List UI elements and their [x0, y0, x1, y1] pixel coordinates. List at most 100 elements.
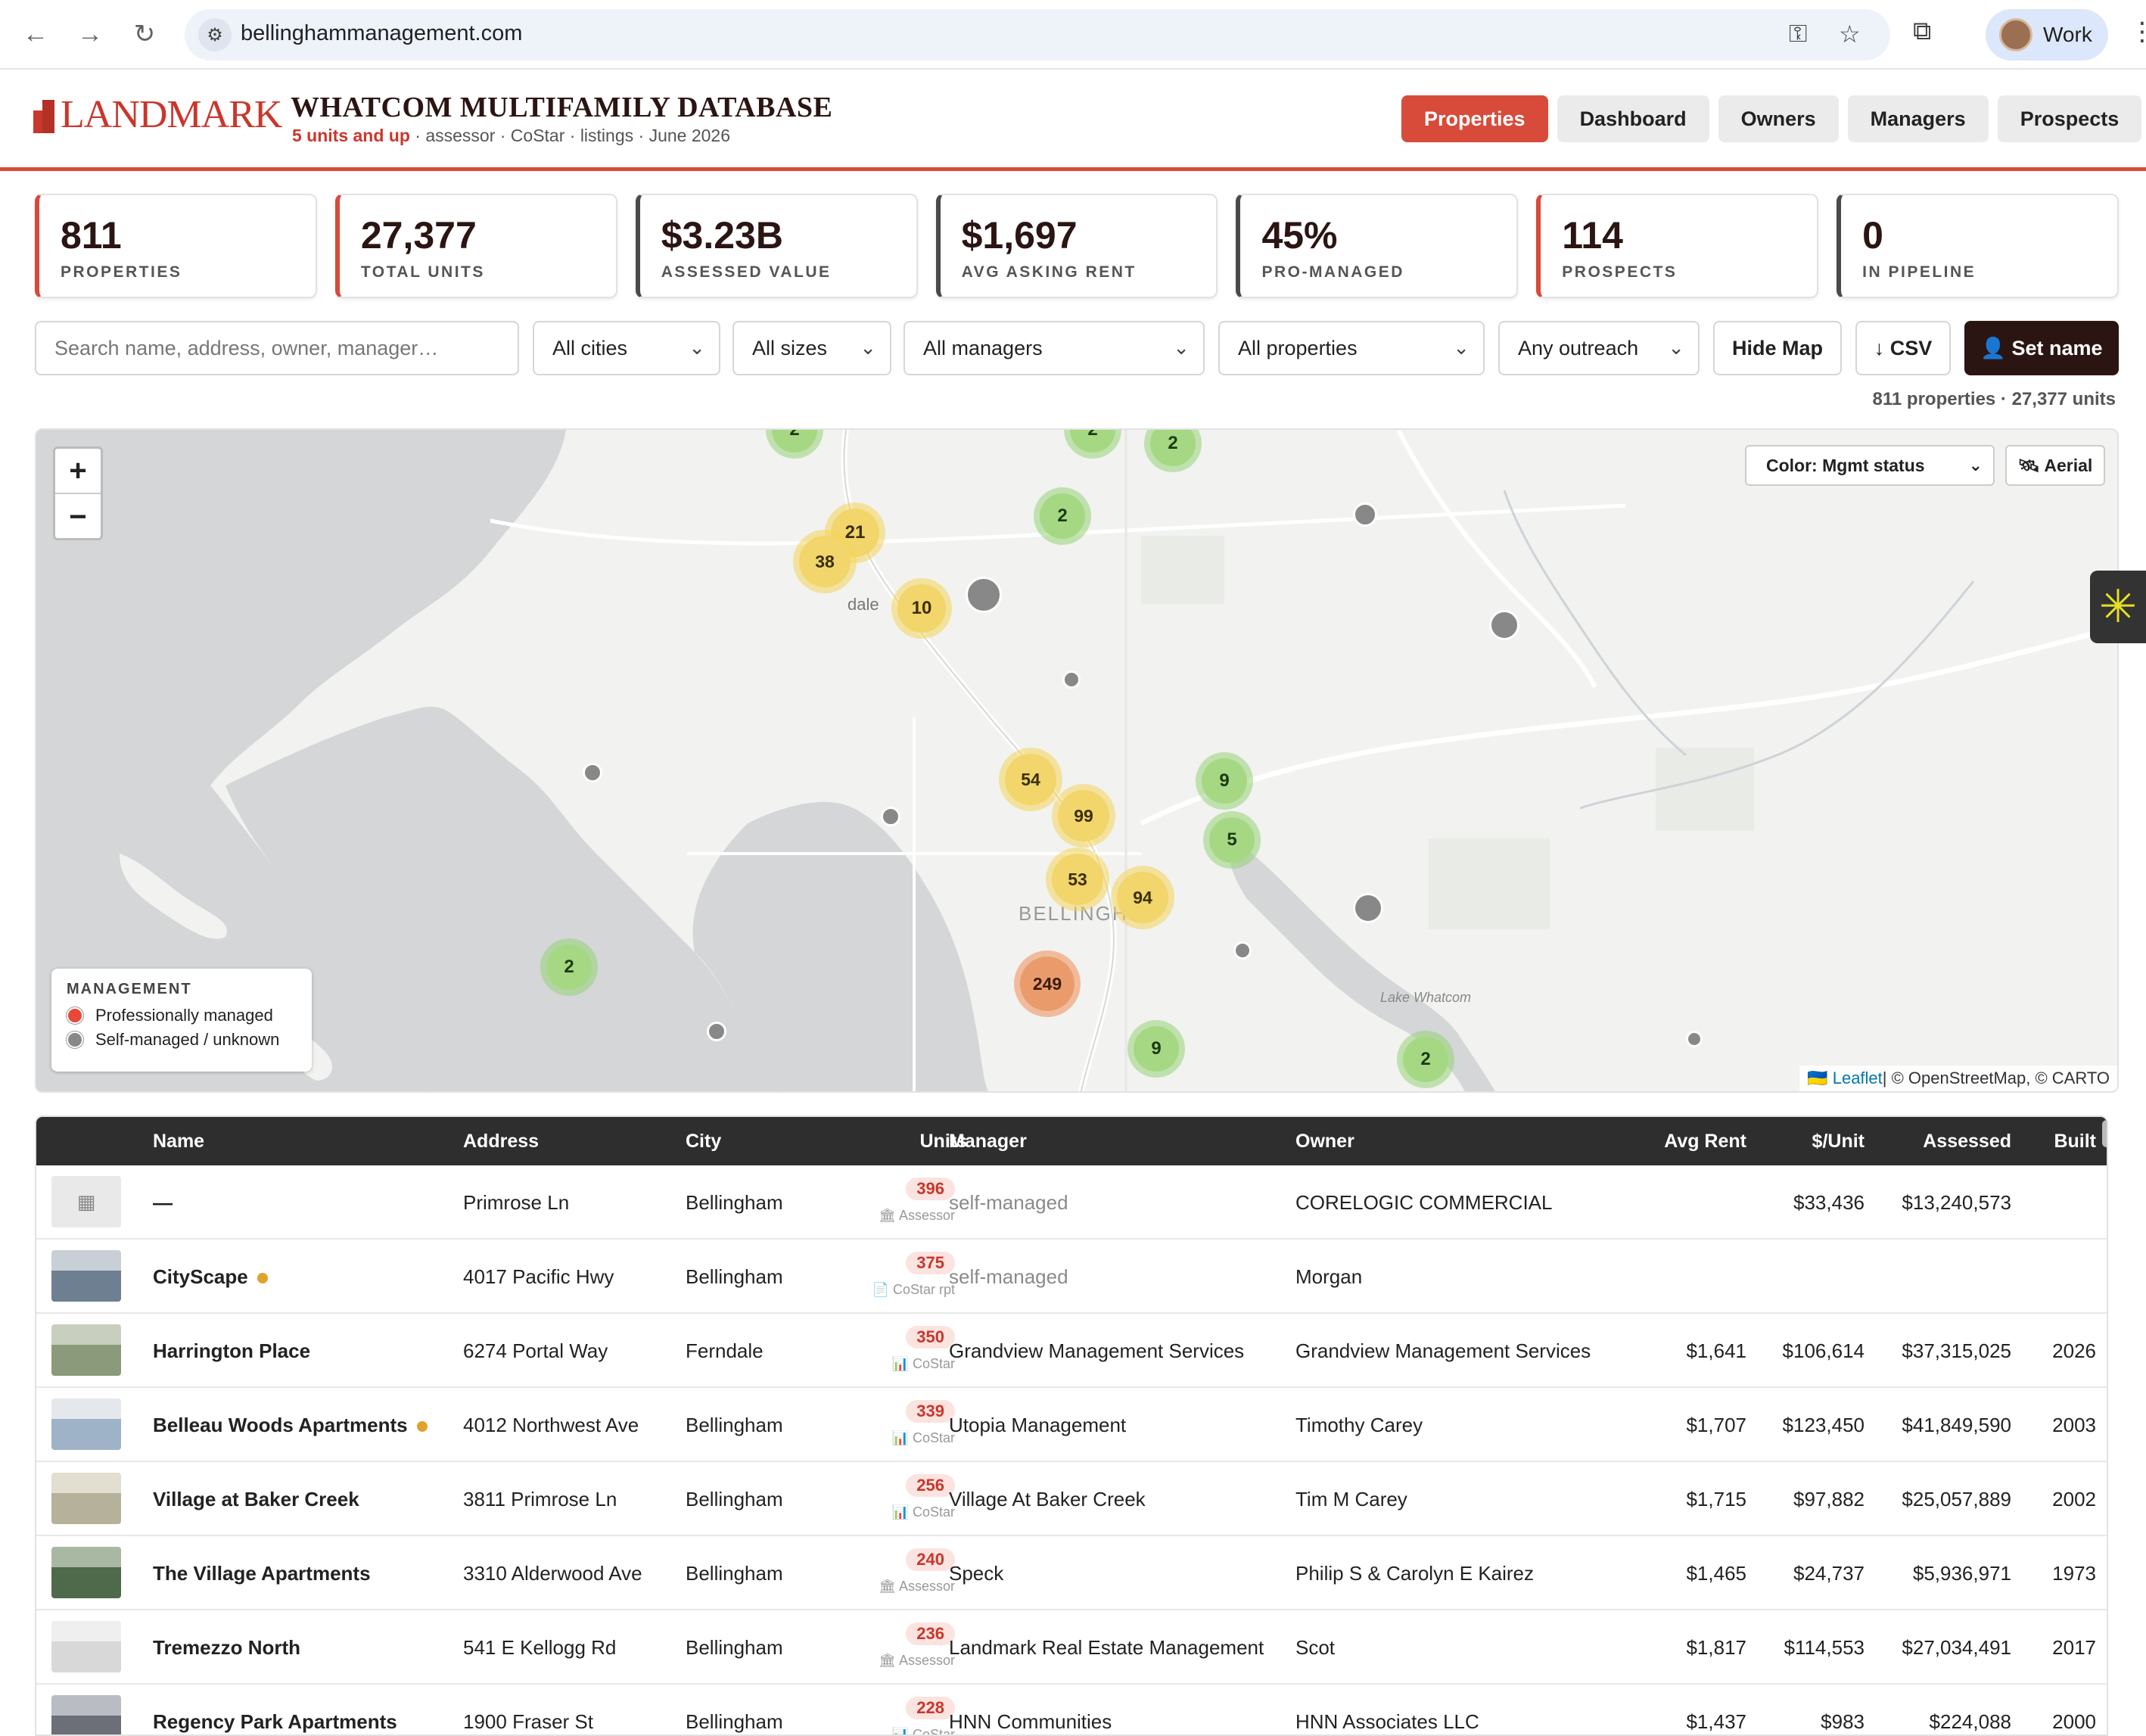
property-map[interactable]: dale BELLINGH Lake Whatcom 2 2 2 2 21 38 10 54 9…	[35, 428, 2119, 1093]
table-row[interactable]: Belleau Woods Apartments 4012 Northwest …	[36, 1388, 2107, 1462]
map-cluster[interactable]: 2	[1397, 1031, 1454, 1088]
map-marker[interactable]	[1686, 1031, 1703, 1047]
property-thumbnail[interactable]	[51, 1398, 121, 1450]
tab-owners[interactable]: Owners	[1718, 95, 1839, 142]
map-cluster[interactable]: 249	[1014, 950, 1081, 1017]
property-owner[interactable]: Timothy Carey	[1295, 1388, 1423, 1462]
property-name[interactable]: CityScape	[153, 1240, 268, 1314]
col-manager[interactable]: Manager	[949, 1117, 1027, 1165]
map-cluster[interactable]: 10	[891, 578, 952, 639]
property-manager[interactable]: self-managed	[949, 1240, 1068, 1314]
property-name[interactable]: Village at Baker Creek	[153, 1462, 359, 1536]
map-marker[interactable]	[1233, 941, 1252, 960]
property-thumbnail[interactable]	[51, 1621, 121, 1672]
forward-icon[interactable]: →	[73, 17, 107, 51]
extensions-icon[interactable]: ⧉	[1913, 17, 1931, 46]
tab-prospects[interactable]: Prospects	[1997, 95, 2142, 142]
tab-properties[interactable]: Properties	[1401, 95, 1548, 142]
csv-export-button[interactable]: ↓ CSV	[1855, 321, 1951, 375]
side-widget-sparkle-icon[interactable]: ✳	[2090, 571, 2146, 643]
map-marker[interactable]	[966, 577, 1002, 613]
table-row[interactable]: CityScape 4017 Pacific Hwy Bellingham 37…	[36, 1240, 2107, 1314]
map-marker[interactable]	[881, 807, 900, 826]
col-address[interactable]: Address	[463, 1117, 539, 1165]
map-marker[interactable]	[1062, 670, 1081, 689]
property-manager[interactable]: Grandview Management Services	[949, 1314, 1244, 1388]
property-name[interactable]: The Village Apartments	[153, 1536, 371, 1610]
property-name[interactable]: Tremezzo North	[153, 1610, 300, 1685]
col-name[interactable]: Name	[153, 1117, 204, 1165]
bookmark-star-icon[interactable]: ☆	[1839, 20, 1861, 48]
site-settings-icon[interactable]: ⚙	[198, 18, 232, 51]
city-select[interactable]: All cities ⌄	[533, 321, 720, 375]
size-select[interactable]: All sizes ⌄	[732, 321, 891, 375]
property-manager[interactable]: HNN Communities	[949, 1685, 1112, 1734]
property-manager[interactable]: Village At Baker Creek	[949, 1462, 1146, 1536]
property-thumbnail[interactable]	[51, 1695, 121, 1734]
property-manager[interactable]: self-managed	[949, 1165, 1068, 1240]
reload-icon[interactable]: ↻	[127, 17, 162, 51]
map-cluster[interactable]: 99	[1052, 784, 1115, 848]
zoom-in-button[interactable]: +	[55, 449, 101, 494]
aerial-toggle-button[interactable]: 🛰 Aerial	[2005, 445, 2105, 486]
property-manager[interactable]: Landmark Real Estate Management	[949, 1610, 1264, 1685]
property-owner[interactable]: CORELOGIC COMMERCIAL	[1295, 1165, 1553, 1240]
col-built[interactable]: Built	[2004, 1117, 2096, 1165]
map-marker[interactable]	[1489, 610, 1519, 640]
browser-menu-icon[interactable]: ⋮	[2129, 17, 2146, 47]
property-name[interactable]: Belleau Woods Apartments	[153, 1388, 428, 1462]
table-row[interactable]: The Village Apartments 3310 Alderwood Av…	[36, 1536, 2107, 1610]
table-row[interactable]: Tremezzo North 541 E Kellogg Rd Bellingh…	[36, 1610, 2107, 1685]
map-color-select[interactable]: Color: Mgmt status ⌄	[1745, 445, 1995, 486]
address-bar[interactable]: ⚙ bellinghammanagement.com ⚿ ☆	[185, 9, 1890, 61]
property-owner[interactable]: Philip S & Carolyn E Kairez	[1295, 1536, 1534, 1610]
map-cluster[interactable]: 2	[540, 938, 598, 996]
landmark-logo[interactable]: LANDMARK	[33, 95, 282, 135]
map-cluster[interactable]: 2	[1034, 487, 1091, 545]
property-thumbnail[interactable]	[51, 1547, 121, 1598]
back-icon[interactable]: ←	[18, 17, 53, 51]
map-cluster[interactable]: 9	[1127, 1020, 1185, 1078]
property-thumbnail[interactable]: ▦	[51, 1176, 121, 1227]
key-icon[interactable]: ⚿	[1789, 20, 1807, 48]
col-units[interactable]: Units	[838, 1117, 968, 1165]
hide-map-button[interactable]: Hide Map	[1713, 321, 1842, 375]
map-marker[interactable]	[583, 763, 602, 782]
col-city[interactable]: City	[686, 1117, 721, 1165]
set-name-button[interactable]: 👤 Set name	[1964, 321, 2119, 375]
property-thumbnail[interactable]	[51, 1250, 121, 1302]
property-name[interactable]: Harrington Place	[153, 1314, 310, 1388]
leaflet-link[interactable]: 🇺🇦 Leaflet	[1807, 1069, 1883, 1088]
zoom-out-button[interactable]: −	[55, 494, 101, 540]
url-text[interactable]: bellinghammanagement.com	[241, 21, 522, 46]
table-scrollbar[interactable]	[2102, 1120, 2107, 1147]
search-input[interactable]: Search name, address, owner, manager…	[35, 321, 519, 375]
tab-managers[interactable]: Managers	[1847, 95, 1989, 142]
tab-dashboard[interactable]: Dashboard	[1557, 95, 1709, 142]
map-cluster[interactable]: 38	[793, 530, 857, 593]
map-marker[interactable]	[1353, 502, 1377, 527]
map-cluster[interactable]: 94	[1111, 866, 1174, 929]
table-row[interactable]: ▦ — Primrose Ln Bellingham 396 🏛 Assesso…	[36, 1165, 2107, 1240]
property-manager[interactable]: Utopia Management	[949, 1388, 1126, 1462]
map-cluster[interactable]: 53	[1046, 848, 1109, 911]
col-per-unit[interactable]: $/Unit	[1724, 1117, 1865, 1165]
property-owner[interactable]: HNN Associates LLC	[1295, 1685, 1479, 1734]
table-row[interactable]: Harrington Place 6274 Portal Way Ferndal…	[36, 1314, 2107, 1388]
property-thumbnail[interactable]	[51, 1473, 121, 1524]
col-assessed[interactable]: Assessed	[1845, 1117, 2011, 1165]
map-cluster[interactable]: 54	[999, 748, 1062, 811]
properties-select[interactable]: All properties ⌄	[1218, 321, 1485, 375]
property-owner[interactable]: Grandview Management Services	[1295, 1314, 1591, 1388]
map-cluster[interactable]: 9	[1196, 752, 1253, 810]
property-name[interactable]: —	[153, 1165, 173, 1240]
map-marker[interactable]	[1353, 893, 1383, 923]
property-owner[interactable]: Scot	[1295, 1610, 1335, 1685]
property-owner[interactable]: Tim M Carey	[1295, 1462, 1407, 1536]
property-thumbnail[interactable]	[51, 1324, 121, 1376]
col-owner[interactable]: Owner	[1295, 1117, 1354, 1165]
map-marker[interactable]	[707, 1022, 726, 1041]
outreach-select[interactable]: Any outreach ⌄	[1498, 321, 1700, 375]
property-name[interactable]: Regency Park Apartments	[153, 1685, 397, 1734]
property-owner[interactable]: Morgan	[1295, 1240, 1362, 1314]
